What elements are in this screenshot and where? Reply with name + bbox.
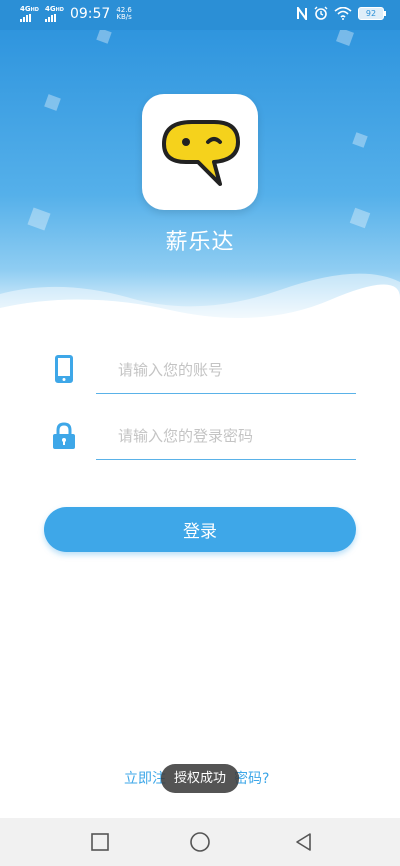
signal-bars-icon: [20, 14, 39, 22]
account-field: [0, 346, 400, 396]
wave-decoration: [0, 273, 400, 330]
recent-apps-icon[interactable]: [90, 832, 110, 852]
network-sup-1: HD: [30, 7, 39, 13]
speech-bubble-icon: [162, 120, 240, 186]
network-sup-2: HD: [55, 7, 64, 13]
toast-message: 授权成功: [161, 764, 239, 793]
status-bar: 4GHD 4GHD 09:57 42.6 KB/s 92: [0, 0, 400, 30]
decor-square: [96, 30, 112, 44]
system-nav-bar: [0, 818, 400, 866]
status-right: 92: [296, 6, 386, 20]
signal-1: 4GHD: [20, 6, 39, 22]
app-name: 薪乐达: [165, 230, 235, 255]
header-banner: 薪乐达: [0, 30, 400, 330]
decor-square: [352, 132, 368, 148]
battery-icon: 92: [358, 6, 386, 20]
clock: 09:57: [69, 6, 111, 22]
lock-icon: [53, 422, 75, 449]
network-label-1: 4G: [20, 5, 31, 13]
wifi-icon: [334, 6, 352, 20]
register-link[interactable]: 立即注: [124, 768, 166, 788]
account-input[interactable]: [96, 346, 356, 394]
forgot-password-link[interactable]: 密码?: [234, 768, 269, 788]
network-label-2: 4G: [44, 5, 56, 13]
login-button[interactable]: 登录: [44, 507, 356, 552]
speed-unit: KB/s: [116, 13, 132, 21]
network-speed: 42.6 KB/s: [116, 7, 132, 21]
back-icon[interactable]: [294, 832, 314, 852]
app-logo: [142, 94, 258, 210]
alarm-icon: [314, 6, 328, 20]
password-field: [0, 412, 400, 462]
phone-icon: [55, 355, 73, 383]
decor-square: [336, 30, 354, 46]
nfc-icon: [297, 6, 307, 20]
decor-square: [44, 94, 61, 111]
signal-bars-icon: [44, 14, 64, 22]
home-icon[interactable]: [189, 831, 211, 853]
signal-2: 4GHD: [44, 5, 64, 22]
status-left: 4GHD 4GHD 09:57 42.6 KB/s: [20, 6, 132, 22]
battery-level: 92: [365, 8, 377, 18]
password-input[interactable]: [96, 412, 356, 460]
